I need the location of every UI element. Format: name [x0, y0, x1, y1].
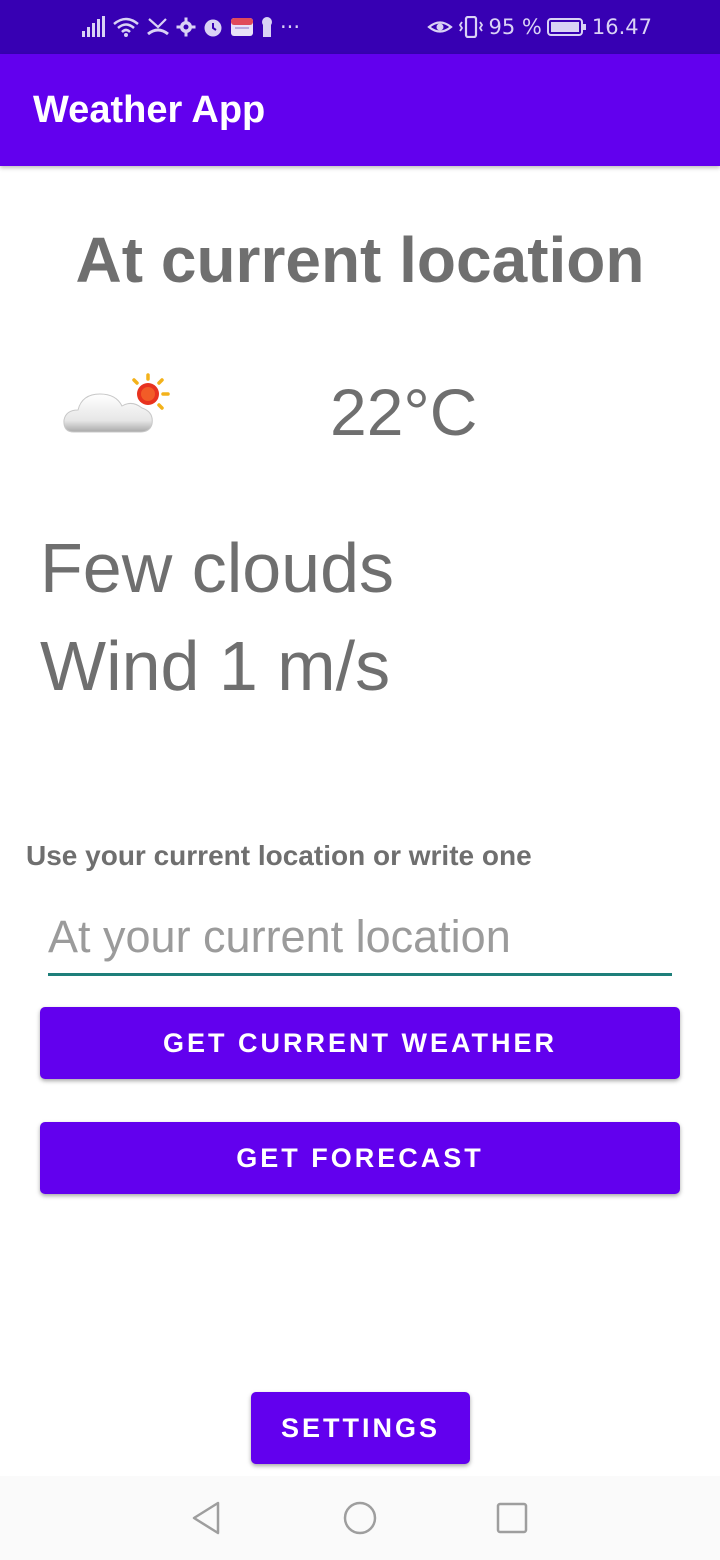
weather-description: Few clouds	[40, 529, 395, 607]
location-input[interactable]	[48, 906, 672, 976]
status-icons-left: ···	[82, 13, 300, 41]
wind-speed: Wind 1 m/s	[40, 627, 391, 705]
back-icon[interactable]	[186, 1498, 226, 1538]
clock: 16.47	[591, 15, 652, 39]
signal-icon	[82, 13, 106, 41]
settings-button[interactable]: SETTINGS	[251, 1392, 470, 1464]
vibrate-icon	[458, 13, 484, 41]
battery-icon	[546, 13, 587, 41]
more-icon: ···	[280, 15, 301, 39]
home-icon[interactable]	[340, 1498, 380, 1538]
keyhole-icon	[260, 13, 274, 41]
temperature: 22°C	[330, 375, 478, 449]
status-icons-right: 95 % 16.47	[426, 13, 652, 41]
navigation-bar	[0, 1476, 720, 1560]
app-bar: Weather App	[0, 54, 720, 166]
app-notification-icon	[230, 13, 254, 41]
location-heading: At current location	[75, 224, 645, 296]
wifi-icon	[112, 13, 140, 41]
settings-gear-icon	[176, 13, 196, 41]
battery-percent: 95 %	[488, 15, 542, 39]
status-bar: ··· 95 % 16.47	[0, 0, 720, 54]
app-title: Weather App	[33, 89, 266, 131]
recents-icon[interactable]	[492, 1498, 532, 1538]
get-current-weather-button[interactable]: GET CURRENT WEATHER	[40, 1007, 680, 1079]
partly-cloudy-icon	[60, 370, 172, 440]
alarm-icon	[202, 13, 224, 41]
eye-comfort-icon	[426, 13, 453, 41]
get-forecast-button[interactable]: GET FORECAST	[40, 1122, 680, 1194]
missed-call-icon	[146, 13, 170, 41]
location-prompt-label: Use your current location or write one	[26, 840, 532, 871]
